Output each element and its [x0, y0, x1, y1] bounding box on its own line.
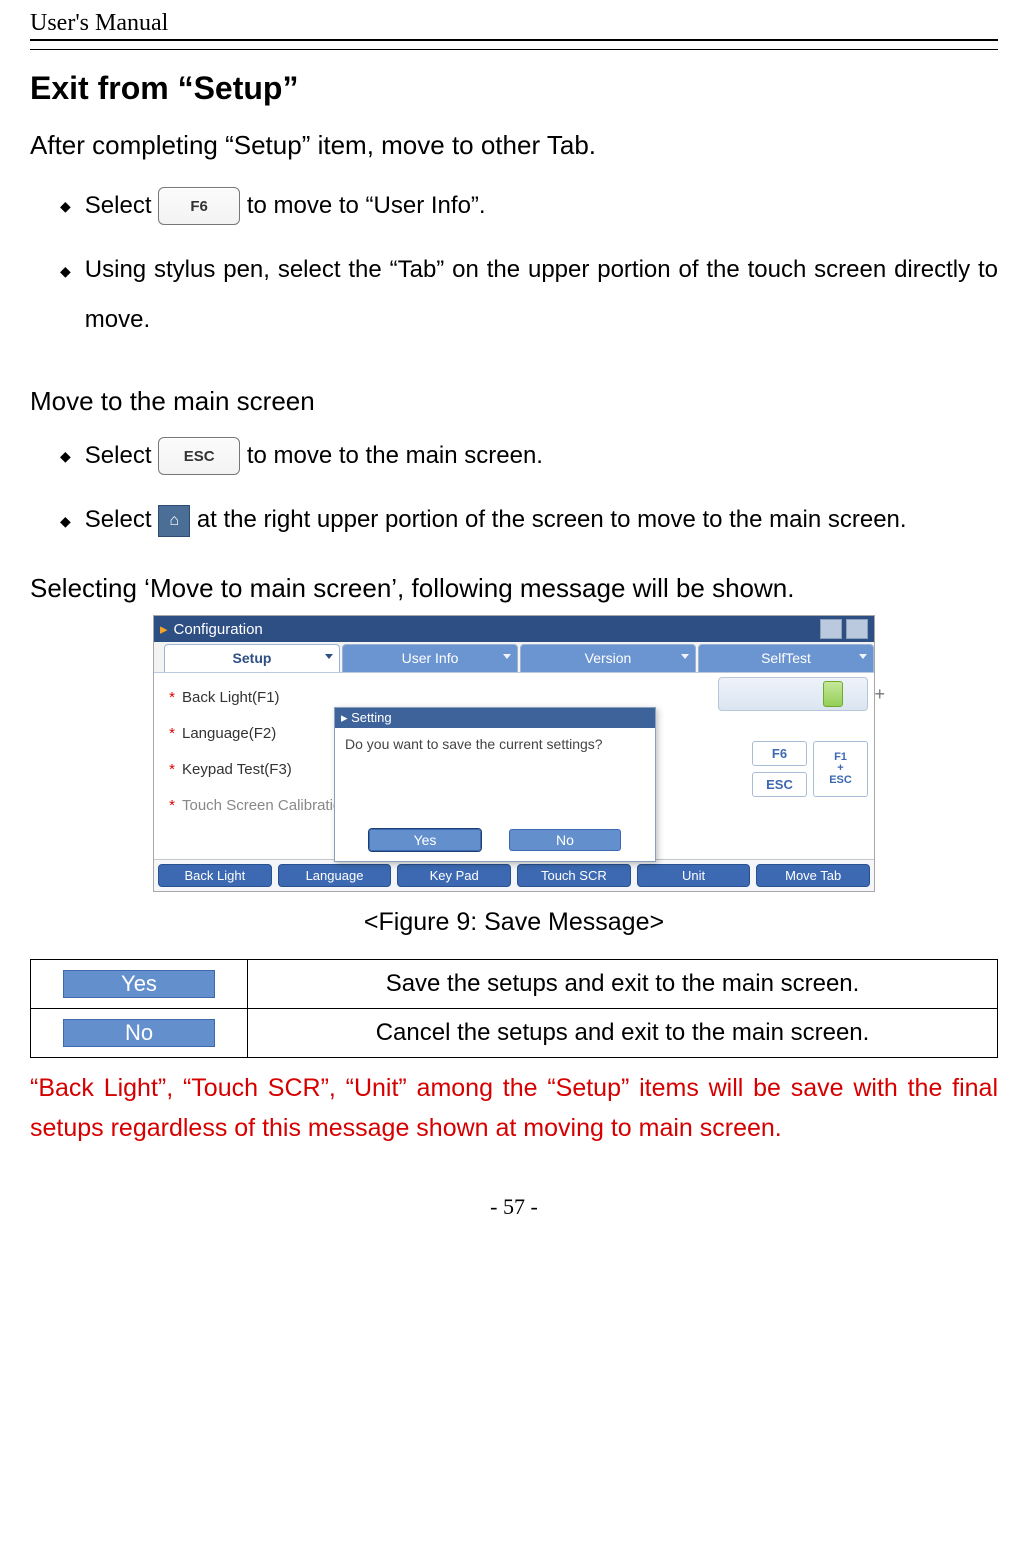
bullet-content: Using stylus pen, select the “Tab” on th…	[85, 245, 998, 346]
bottom-button-row: Back Light Language Key Pad Touch SCR Un…	[154, 859, 874, 891]
text-post: to move to “User Info”.	[247, 192, 486, 219]
dialog-body: Do you want to save the current settings…	[335, 728, 655, 823]
bullet-content: Select ⌂ at the right upper portion of t…	[85, 495, 998, 545]
home-icon: ⌂	[158, 505, 190, 537]
lock-button-icon[interactable]	[846, 619, 868, 639]
window-titlebar: ▸ Configuration	[154, 616, 874, 642]
tab-setup[interactable]: Setup	[164, 644, 340, 672]
bullet-select-home: ◆ Select ⌂ at the right upper portion of…	[60, 495, 998, 545]
plus-icon: +	[874, 684, 885, 705]
window-body: *Back Light(F1) *Language(F2) *Keypad Te…	[154, 672, 874, 859]
page-header: User's Manual	[30, 10, 998, 37]
window-title: Configuration	[174, 621, 263, 638]
asterisk-icon: *	[162, 761, 182, 778]
bullet-content: Select ESC to move to the main screen.	[85, 431, 998, 481]
home-button-icon[interactable]	[820, 619, 842, 639]
btn-touch-scr[interactable]: Touch SCR	[517, 864, 631, 887]
dialog-yes-button[interactable]: Yes	[369, 829, 481, 851]
text-post: at the right upper portion of the screen…	[197, 506, 907, 533]
grid-f6[interactable]: F6	[752, 741, 807, 766]
chevron-down-icon	[325, 654, 333, 659]
chevron-down-icon	[681, 654, 689, 659]
header-rule-thin	[30, 49, 998, 50]
cell-yes-desc: Save the setups and exit to the main scr…	[248, 960, 998, 1009]
bullet-select-esc: ◆ Select ESC to move to the main screen.	[60, 431, 998, 481]
no-chip: No	[63, 1019, 215, 1047]
tab-selftest[interactable]: SelfTest	[698, 644, 874, 672]
figure-caption: <Figure 9: Save Message>	[30, 908, 998, 937]
bullet-icon: ◆	[60, 444, 71, 468]
yes-chip: Yes	[63, 970, 215, 998]
dialog-title: ▸ Setting	[335, 708, 655, 728]
btn-back-light[interactable]: Back Light	[158, 864, 272, 887]
dialog-button-row: Yes No	[335, 823, 655, 861]
subheading-move-main: Move to the main screen	[30, 386, 998, 417]
grid-f1-esc[interactable]: F1 + ESC	[813, 741, 868, 797]
header-left: User's Manual	[30, 10, 168, 37]
title-right-icons	[820, 619, 868, 639]
key-f6-icon: F6	[158, 187, 240, 225]
bullet-icon: ◆	[60, 194, 71, 218]
asterisk-icon: *	[162, 689, 182, 706]
text-post: to move to the main screen.	[247, 442, 543, 469]
tab-version[interactable]: Version	[520, 644, 696, 672]
asterisk-icon: *	[162, 797, 182, 814]
dialog-no-button[interactable]: No	[509, 829, 621, 851]
section-title: Exit from “Setup”	[30, 70, 998, 107]
cell-yes-chip: Yes	[31, 960, 248, 1009]
slider-thumb[interactable]	[823, 681, 843, 707]
bullet-select-f6: ◆ Select F6 to move to “User Info”.	[60, 181, 998, 231]
intro-line: After completing “Setup” item, move to o…	[30, 125, 998, 167]
bullet-content: Select F6 to move to “User Info”.	[85, 181, 998, 231]
btn-unit[interactable]: Unit	[637, 864, 751, 887]
table-row: Yes Save the setups and exit to the main…	[31, 960, 998, 1009]
yes-no-table: Yes Save the setups and exit to the main…	[30, 959, 998, 1058]
right-panel: + F6 F1 + ESC ESC	[718, 677, 868, 797]
config-window: ▸ Configuration Setup User Info Version …	[153, 615, 875, 892]
table-row: No Cancel the setups and exit to the mai…	[31, 1009, 998, 1058]
cell-no-chip: No	[31, 1009, 248, 1058]
page: User's Manual Exit from “Setup” After co…	[0, 0, 1028, 1250]
figure-9-container: ▸ Configuration Setup User Info Version …	[30, 615, 998, 892]
red-note: “Back Light”, “Touch SCR”, “Unit” among …	[30, 1068, 998, 1148]
text-pre: Select	[85, 442, 158, 469]
tab-row: Setup User Info Version SelfTest	[154, 644, 874, 672]
select-move-line: Selecting ‘Move to main screen’, followi…	[30, 568, 998, 610]
btn-key-pad[interactable]: Key Pad	[397, 864, 511, 887]
brightness-slider[interactable]: +	[718, 677, 868, 711]
text-pre: Select	[85, 192, 158, 219]
save-dialog: ▸ Setting Do you want to save the curren…	[334, 707, 656, 862]
btn-move-tab[interactable]: Move Tab	[756, 864, 870, 887]
bullet-stylus-tab: ◆ Using stylus pen, select the “Tab” on …	[60, 245, 998, 346]
header-rule-thick	[30, 39, 998, 41]
chevron-down-icon	[859, 654, 867, 659]
chevron-down-icon	[503, 654, 511, 659]
btn-language[interactable]: Language	[278, 864, 392, 887]
asterisk-icon: *	[162, 725, 182, 742]
key-esc-icon: ESC	[158, 437, 240, 475]
chevron-right-icon: ▸	[160, 620, 168, 638]
grid-esc[interactable]: ESC	[752, 772, 807, 797]
cell-no-desc: Cancel the setups and exit to the main s…	[248, 1009, 998, 1058]
bullet-icon: ◆	[60, 259, 71, 283]
text-pre: Select	[85, 506, 158, 533]
bullet-icon: ◆	[60, 509, 71, 533]
tab-user-info[interactable]: User Info	[342, 644, 518, 672]
key-help-grid: F6 F1 + ESC ESC	[752, 741, 868, 797]
page-number: - 57 -	[30, 1194, 998, 1220]
